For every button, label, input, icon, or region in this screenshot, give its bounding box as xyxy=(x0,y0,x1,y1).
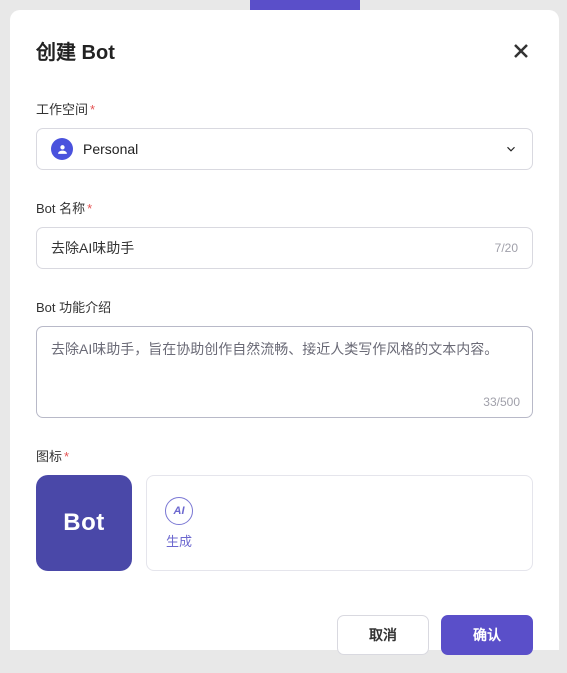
icon-label: 图标* xyxy=(36,446,533,465)
modal-header: 创建 Bot xyxy=(36,36,533,65)
bot-desc-counter: 33/500 xyxy=(483,395,520,409)
icon-group: 图标* Bot AI 生成 xyxy=(36,446,533,571)
generate-icon-label: 生成 xyxy=(166,531,192,550)
icon-preview[interactable]: Bot xyxy=(36,475,132,571)
required-mark: * xyxy=(64,449,69,464)
close-icon xyxy=(513,43,529,59)
bot-name-group: Bot 名称* 7/20 xyxy=(36,198,533,269)
workspace-select[interactable]: Personal xyxy=(36,128,533,170)
bot-desc-textarea-wrap: 33/500 xyxy=(36,326,533,418)
workspace-select-value-wrap: Personal xyxy=(51,138,138,160)
create-bot-modal: 创建 Bot 工作空间* Personal Bot 名称* 7/20 xyxy=(10,10,559,650)
bot-name-label: Bot 名称* xyxy=(36,198,533,217)
required-mark: * xyxy=(87,201,92,216)
cancel-button[interactable]: 取消 xyxy=(337,615,429,655)
icon-row: Bot AI 生成 xyxy=(36,475,533,571)
confirm-button[interactable]: 确认 xyxy=(441,615,533,655)
bot-name-input-wrap: 7/20 xyxy=(36,227,533,269)
icon-generate-pane: AI 生成 xyxy=(146,475,533,571)
bot-desc-textarea[interactable] xyxy=(51,339,518,391)
bot-desc-label: Bot 功能介绍 xyxy=(36,297,533,316)
bot-name-counter: 7/20 xyxy=(495,241,518,255)
ai-generate-icon: AI xyxy=(165,497,193,525)
required-mark: * xyxy=(90,102,95,117)
chevron-down-icon xyxy=(504,142,518,156)
modal-title: 创建 Bot xyxy=(36,36,115,65)
generate-icon-button[interactable]: AI 生成 xyxy=(165,497,193,550)
bot-desc-group: Bot 功能介绍 33/500 xyxy=(36,297,533,418)
workspace-group: 工作空间* Personal xyxy=(36,99,533,170)
bot-name-input[interactable] xyxy=(51,240,495,256)
close-button[interactable] xyxy=(509,39,533,63)
modal-footer: 取消 确认 xyxy=(36,599,533,673)
person-icon xyxy=(51,138,73,160)
workspace-value: Personal xyxy=(83,141,138,157)
workspace-label: 工作空间* xyxy=(36,99,533,118)
